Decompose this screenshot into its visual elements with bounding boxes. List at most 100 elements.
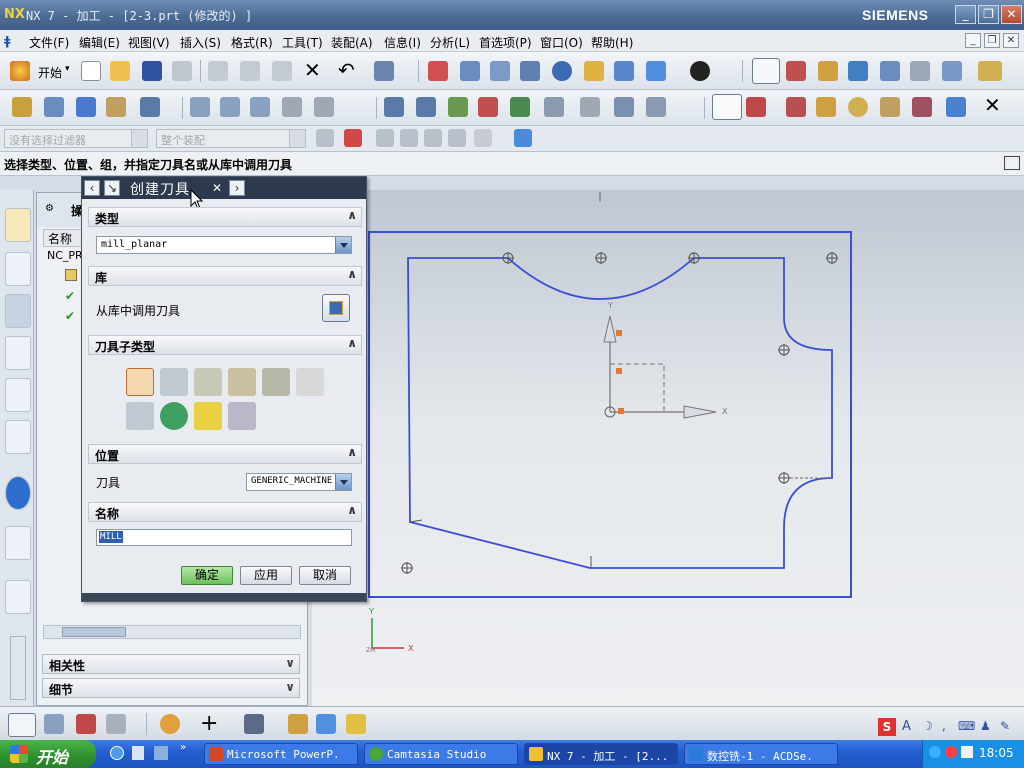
delete-icon[interactable]: ✕ bbox=[304, 58, 321, 82]
task-camtasia[interactable]: Camtasia Studio bbox=[364, 743, 518, 765]
tool-parent-dropdown[interactable]: GENERIC_MACHINE bbox=[246, 473, 352, 491]
start-button[interactable]: 开始 bbox=[0, 740, 96, 768]
dependencies-section[interactable]: 相关性 ∨ bbox=[42, 654, 300, 674]
ball-mill-icon[interactable] bbox=[160, 368, 188, 396]
library-section-header[interactable]: 库 ∧ bbox=[88, 266, 362, 286]
verify-path-icon[interactable] bbox=[282, 97, 302, 117]
copy-object-icon[interactable] bbox=[946, 97, 966, 117]
wcs-dynamic-icon[interactable] bbox=[752, 58, 780, 84]
doc-close-button[interactable]: ✕ bbox=[1003, 33, 1019, 48]
list-path-icon[interactable] bbox=[250, 97, 270, 117]
barrel-mill-icon[interactable] bbox=[262, 368, 290, 396]
wcs-origin-icon[interactable] bbox=[786, 61, 806, 81]
program-node-icon[interactable] bbox=[65, 269, 77, 281]
open-folder-icon[interactable] bbox=[110, 61, 130, 81]
select-pointer-icon[interactable] bbox=[910, 61, 930, 81]
shop-docs-icon[interactable] bbox=[448, 97, 468, 117]
name-field[interactable]: MILL bbox=[96, 529, 352, 546]
create-tool-icon[interactable] bbox=[44, 97, 64, 117]
menu-assemblies[interactable]: 装配(A) bbox=[331, 34, 373, 51]
point-icon[interactable]: + bbox=[200, 711, 218, 736]
select-chain-icon[interactable] bbox=[376, 129, 394, 147]
apply-button[interactable]: 应用 bbox=[240, 566, 292, 585]
menu-information[interactable]: 信息(I) bbox=[384, 34, 421, 51]
subtype-section-header[interactable]: 刀具子类型 ∧ bbox=[88, 335, 362, 355]
verify-ok-icon[interactable] bbox=[510, 97, 530, 117]
copy-icon[interactable] bbox=[240, 61, 260, 81]
cancel-button[interactable]: 取消 bbox=[299, 566, 351, 585]
blend-icon[interactable] bbox=[346, 714, 366, 734]
menu-help[interactable]: 帮助(H) bbox=[591, 34, 633, 51]
object-display-icon[interactable] bbox=[646, 97, 666, 117]
menu-tools[interactable]: 工具(T) bbox=[282, 34, 323, 51]
ime-tools-icon[interactable]: ✎ bbox=[1000, 719, 1010, 733]
ime-punct-icon[interactable]: ☽ bbox=[922, 719, 933, 733]
retrieve-from-library-button[interactable] bbox=[322, 294, 350, 322]
scroll-thumb[interactable] bbox=[62, 627, 126, 637]
create-method-icon[interactable] bbox=[106, 97, 126, 117]
create-operation-icon[interactable] bbox=[140, 97, 160, 117]
block-icon[interactable] bbox=[316, 714, 336, 734]
slot-cutter-icon[interactable] bbox=[160, 402, 188, 430]
assembly-navigator-tab[interactable] bbox=[5, 208, 31, 242]
menu-window[interactable]: 窗口(O) bbox=[540, 34, 583, 51]
edit-object-icon[interactable] bbox=[880, 97, 900, 117]
select-all-icon[interactable] bbox=[474, 129, 492, 147]
pin-icon[interactable]: ⚙ bbox=[45, 203, 54, 214]
task-nx[interactable]: NX 7 - 加工 - [2... bbox=[524, 743, 678, 765]
vertical-scrollbar[interactable] bbox=[10, 636, 26, 700]
create-program-icon[interactable] bbox=[12, 97, 32, 117]
fullscreen-icon[interactable] bbox=[1004, 156, 1020, 170]
type-dropdown[interactable]: mill_planar bbox=[96, 236, 352, 254]
select-body-icon[interactable] bbox=[400, 129, 418, 147]
machine-navigator-tab[interactable] bbox=[5, 336, 31, 370]
menu-analysis[interactable]: 分析(L) bbox=[430, 34, 470, 51]
rotate-icon[interactable] bbox=[552, 61, 572, 81]
snap-point-icon[interactable] bbox=[818, 61, 838, 81]
constraint-navigator-tab[interactable] bbox=[5, 252, 31, 286]
undo-icon[interactable]: ↶ bbox=[338, 58, 355, 82]
drill-icon[interactable] bbox=[296, 368, 324, 396]
start-menu-label[interactable]: 开始 bbox=[38, 64, 62, 81]
operation-navigator-tab[interactable] bbox=[5, 294, 31, 328]
dialog-title-bar[interactable]: ‹ ↘ 创建刀具 ✕ › bbox=[82, 177, 366, 199]
ie-icon[interactable] bbox=[110, 746, 124, 760]
type-filter-combo[interactable]: 没有选择过滤器 bbox=[4, 129, 148, 148]
camtasia-recording-icon[interactable] bbox=[945, 746, 957, 758]
feedrate-icon[interactable] bbox=[544, 97, 564, 117]
zoom-icon[interactable] bbox=[490, 61, 510, 81]
save-icon[interactable] bbox=[142, 61, 162, 81]
info-icon[interactable] bbox=[5, 476, 31, 510]
geometry-icon[interactable] bbox=[76, 714, 96, 734]
select-curve-icon[interactable] bbox=[448, 129, 466, 147]
web-browser-tab[interactable] bbox=[5, 420, 31, 454]
cylinder-icon[interactable] bbox=[288, 714, 308, 734]
output-cls-icon[interactable] bbox=[478, 97, 498, 117]
reset-arrow-icon[interactable]: ↘ bbox=[104, 180, 120, 196]
snap-options-icon[interactable] bbox=[344, 129, 362, 147]
end-mill-icon[interactable] bbox=[126, 368, 154, 396]
zoom-in-out-icon[interactable] bbox=[520, 61, 540, 81]
paste-icon[interactable] bbox=[272, 61, 292, 81]
chevron-left-icon[interactable]: ‹ bbox=[84, 180, 100, 196]
name-section-header[interactable]: 名称 ∧ bbox=[88, 502, 362, 522]
create-geometry-icon[interactable] bbox=[76, 97, 96, 117]
select-face-icon[interactable] bbox=[880, 61, 900, 81]
minimize-button[interactable]: _ bbox=[955, 5, 976, 24]
doc-minimize-button[interactable]: _ bbox=[965, 33, 981, 48]
doc-restore-button[interactable]: ❐ bbox=[984, 33, 1000, 48]
close-window-button[interactable]: ✕ bbox=[1001, 5, 1022, 24]
start-dropdown-icon[interactable]: ▾ bbox=[65, 64, 70, 74]
menu-insert[interactable]: 插入(S) bbox=[180, 34, 221, 51]
select-edge-icon[interactable] bbox=[424, 129, 442, 147]
engraving-tool-icon[interactable] bbox=[194, 402, 222, 430]
zoom-window-icon[interactable] bbox=[460, 61, 480, 81]
ime-logo-icon[interactable]: S bbox=[878, 718, 896, 736]
graphics-window[interactable]: X Y Y X ZM bbox=[312, 190, 1024, 706]
delete-path-icon[interactable] bbox=[314, 97, 334, 117]
cut-icon[interactable] bbox=[208, 61, 228, 81]
reuse-library-tab[interactable] bbox=[5, 378, 31, 412]
ok-button[interactable]: 确定 bbox=[181, 566, 233, 585]
selection-options-icon[interactable] bbox=[374, 61, 394, 81]
machine-view-icon[interactable] bbox=[746, 97, 766, 117]
